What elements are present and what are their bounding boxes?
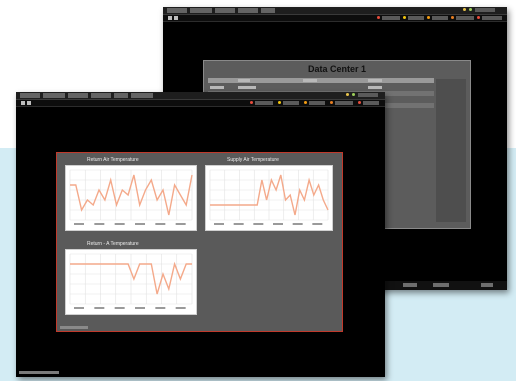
status-text: [403, 283, 417, 287]
return-air-chart: [65, 165, 197, 231]
ok-dot: [330, 101, 333, 104]
table-row[interactable]: [208, 85, 434, 90]
info-text: [309, 101, 325, 105]
toolbar: [163, 15, 507, 22]
menu-item[interactable]: [261, 8, 275, 13]
menu-bar: [163, 7, 507, 15]
status-text: [481, 283, 493, 287]
x-tick-label: [114, 307, 125, 309]
panel-footer-text: [60, 326, 88, 329]
x-tick-label: [175, 307, 186, 309]
status-text: [433, 283, 449, 287]
info-dot: [427, 16, 430, 19]
table-cell: [368, 86, 382, 89]
header-cell: [238, 79, 250, 82]
chart-title: Return - A Temperature: [87, 241, 139, 247]
info-dot: [304, 101, 307, 104]
back-icon[interactable]: [21, 101, 25, 105]
x-tick-label: [292, 223, 303, 225]
status-dot: [346, 93, 349, 96]
forward-icon[interactable]: [174, 16, 178, 20]
x-tick-label: [214, 223, 224, 225]
status-text: [475, 8, 495, 12]
x-tick-label: [135, 307, 145, 309]
ok-text: [456, 16, 474, 20]
header-cell: [368, 79, 382, 82]
info-text: [432, 16, 448, 20]
warning-text: [408, 16, 424, 20]
user-text: [482, 16, 502, 20]
temperature-charts-panel: Return Air Temperature Supply Air Temper…: [56, 152, 343, 332]
x-tick-label: [175, 223, 186, 225]
temperature-charts-window: Return Air Temperature Supply Air Temper…: [16, 92, 385, 377]
x-tick-label: [253, 223, 264, 225]
status-text: [358, 93, 378, 97]
table-cell: [238, 86, 256, 89]
x-tick-label: [94, 223, 105, 225]
supply-air-chart: [205, 165, 333, 231]
x-tick-label: [155, 307, 166, 309]
alarm-text: [255, 101, 273, 105]
user-dot: [477, 16, 480, 19]
menu-item[interactable]: [215, 8, 235, 13]
forward-icon[interactable]: [27, 101, 31, 105]
menu-item[interactable]: [238, 8, 258, 13]
menu-bar: [16, 92, 385, 100]
alarm-dot: [377, 16, 380, 19]
status-dot: [352, 93, 355, 96]
header-cell: [303, 79, 317, 82]
table-cell: [210, 86, 224, 89]
ok-dot: [451, 16, 454, 19]
chart-title: Return Air Temperature: [87, 157, 139, 163]
x-tick-label: [74, 307, 84, 309]
status-dot: [463, 8, 466, 11]
alarm-text: [382, 16, 400, 20]
ok-text: [335, 101, 353, 105]
menu-item[interactable]: [68, 93, 88, 98]
status-text: [19, 371, 59, 374]
return-a-chart: [65, 249, 197, 315]
warning-text: [283, 101, 299, 105]
chart-title: Supply Air Temperature: [227, 157, 279, 163]
x-tick-label: [233, 223, 244, 225]
x-tick-label: [135, 223, 145, 225]
warning-dot: [278, 101, 281, 104]
alarm-dot: [250, 101, 253, 104]
panel-title: Data Center 1: [307, 64, 367, 74]
menu-item[interactable]: [167, 8, 187, 13]
menu-item[interactable]: [43, 93, 65, 98]
x-tick-label: [312, 223, 323, 225]
x-tick-label: [114, 223, 125, 225]
table-header: [208, 78, 434, 83]
x-tick-label: [155, 223, 166, 225]
warning-dot: [403, 16, 406, 19]
x-tick-label: [94, 307, 105, 309]
x-tick-label: [74, 223, 84, 225]
side-list: [436, 79, 466, 222]
menu-item[interactable]: [114, 93, 128, 98]
menu-item[interactable]: [190, 8, 212, 13]
menu-item[interactable]: [91, 93, 111, 98]
status-dot: [469, 8, 472, 11]
x-tick-label: [273, 223, 283, 225]
user-dot: [358, 101, 361, 104]
menu-item[interactable]: [131, 93, 153, 98]
user-text: [363, 101, 379, 105]
toolbar: [16, 100, 385, 107]
back-icon[interactable]: [168, 16, 172, 20]
menu-item[interactable]: [20, 93, 40, 98]
